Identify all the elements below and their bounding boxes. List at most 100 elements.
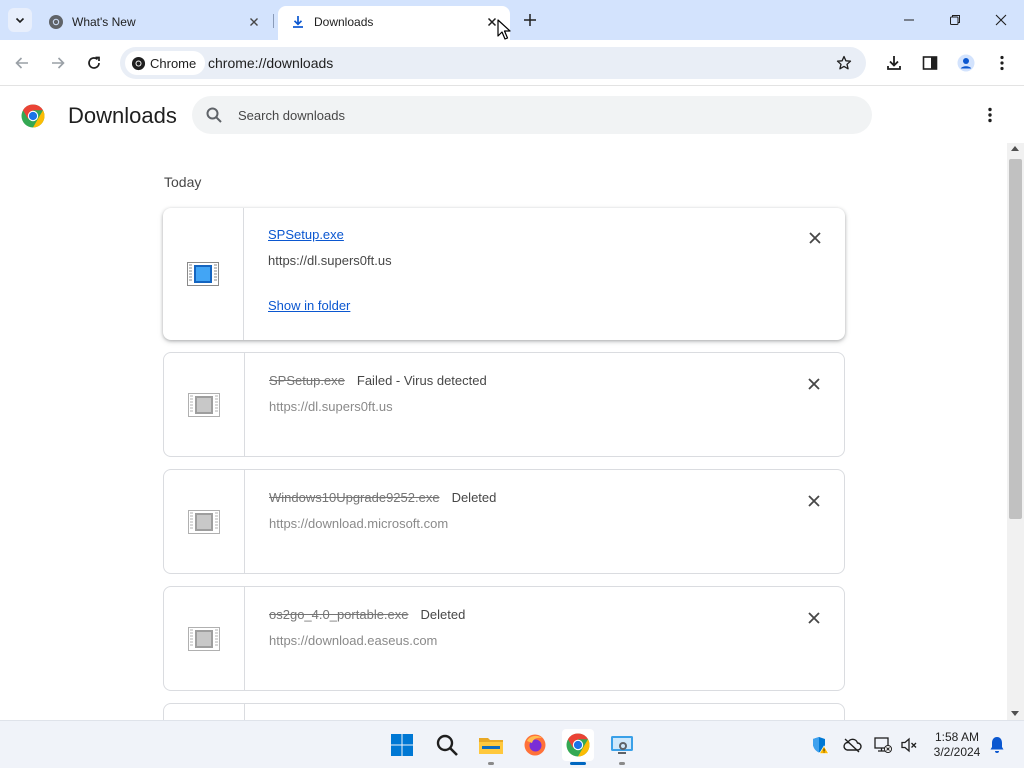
close-tab-button[interactable]: [246, 14, 262, 30]
browser-toolbar: Chrome chrome://downloads: [0, 40, 1024, 86]
file-name: os2go_4.0_portable.exe: [269, 607, 409, 622]
windows-taskbar: 1:58 AM 3/2/2024: [0, 720, 1024, 768]
network-tray-button[interactable]: [873, 735, 893, 755]
close-icon: [250, 18, 258, 26]
notifications-button[interactable]: [987, 735, 1007, 755]
show-in-folder-link[interactable]: Show in folder: [268, 298, 350, 313]
remote-desktop-button[interactable]: [606, 729, 638, 765]
arrow-right-icon: [52, 57, 65, 69]
firefox-icon: [524, 734, 546, 756]
mouse-pointer-icon: [497, 19, 511, 40]
active-indicator: [570, 762, 586, 765]
reload-button[interactable]: [82, 51, 106, 75]
profile-button[interactable]: [954, 51, 978, 75]
search-icon: [206, 107, 222, 123]
chrome-icon: [131, 56, 146, 70]
star-icon: [836, 55, 852, 70]
windows-security-tray-button[interactable]: [810, 735, 830, 755]
download-item: os2go_4.0_portable.exe Deleted https://do…: [163, 586, 845, 691]
close-icon: [995, 14, 1007, 26]
running-indicator: [488, 762, 494, 765]
folder-icon: [479, 738, 503, 754]
close-icon: [808, 378, 820, 390]
search-input[interactable]: [238, 105, 838, 125]
source-url[interactable]: https://download.microsoft.com: [269, 516, 448, 531]
bookmark-button[interactable]: [834, 53, 854, 73]
bell-icon: [990, 737, 1004, 753]
side-panel-button[interactable]: [918, 51, 942, 75]
download-icon: [887, 56, 901, 70]
downloads-toolbar-button[interactable]: [882, 51, 906, 75]
site-info-chip[interactable]: Chrome: [125, 51, 206, 75]
system-clock[interactable]: 1:58 AM 3/2/2024: [924, 730, 990, 760]
tab-downloads[interactable]: Downloads: [278, 6, 510, 40]
remove-item-button[interactable]: [806, 376, 822, 392]
tab-whats-new[interactable]: What's New: [36, 6, 272, 40]
network-icon: [874, 737, 892, 753]
taskbar-search-button[interactable]: [431, 729, 463, 761]
start-button[interactable]: [386, 729, 418, 761]
firefox-button[interactable]: [519, 729, 551, 761]
downloads-menu-button[interactable]: [980, 104, 1000, 126]
more-vert-icon: [988, 107, 992, 123]
download-status: Deleted: [420, 607, 466, 622]
remove-item-button[interactable]: [806, 610, 822, 626]
side-panel-icon: [922, 56, 938, 70]
new-tab-button[interactable]: [520, 10, 540, 30]
download-status: Failed - Virus detected: [356, 373, 487, 388]
scroll-up-arrow-icon[interactable]: [1011, 146, 1019, 151]
file-name-row: Windows10Upgrade9252.exe Deleted: [269, 490, 496, 505]
file-icon-area: [163, 208, 244, 340]
file-name-link[interactable]: SPSetup.exe: [268, 227, 344, 242]
page-scrollbar[interactable]: [1007, 143, 1024, 720]
source-url[interactable]: https://dl.supers0ft.us: [268, 253, 392, 268]
tab-search-button[interactable]: [8, 8, 32, 32]
remote-desktop-icon: [611, 736, 633, 754]
search-bar[interactable]: [192, 96, 872, 134]
file-icon: [188, 510, 220, 534]
minimize-button[interactable]: [886, 0, 932, 40]
url-text[interactable]: chrome://downloads: [208, 55, 333, 71]
cloud-offline-icon: [843, 738, 862, 753]
tab-strip: What's New Downloads: [0, 0, 1024, 40]
date-section-label: Today: [164, 174, 202, 190]
source-url[interactable]: https://dl.supers0ft.us: [269, 399, 393, 414]
onedrive-tray-button[interactable]: [842, 735, 862, 755]
download-status: Deleted: [451, 490, 497, 505]
close-icon: [808, 495, 820, 507]
file-icon-area: [164, 470, 245, 573]
address-bar[interactable]: Chrome chrome://downloads: [120, 47, 866, 79]
shield-warning-icon: [813, 737, 829, 754]
scrollbar-thumb[interactable]: [1009, 159, 1022, 519]
remove-item-button[interactable]: [806, 493, 822, 509]
arrow-left-icon: [15, 57, 28, 69]
minimize-icon: [904, 19, 914, 21]
forward-button[interactable]: [46, 51, 70, 75]
page-title: Downloads: [68, 103, 177, 128]
more-vert-icon: [1000, 55, 1004, 71]
chrome-menu-button[interactable]: [990, 51, 1014, 75]
file-icon: [188, 393, 220, 417]
scroll-down-arrow-icon[interactable]: [1011, 711, 1019, 716]
volume-tray-button[interactable]: [899, 735, 919, 755]
running-indicator: [619, 762, 625, 765]
source-url[interactable]: https://download.easeus.com: [269, 633, 437, 648]
chrome-taskbar-button[interactable]: [562, 729, 594, 765]
close-window-button[interactable]: [978, 0, 1024, 40]
windows-logo-icon: [391, 734, 413, 756]
tab-title: What's New: [72, 15, 136, 29]
chrome-icon: [566, 733, 590, 757]
file-name-row: os2go_4.0_portable.exe Deleted: [269, 607, 465, 622]
chip-label: Chrome: [150, 55, 197, 71]
tab-title: Downloads: [314, 15, 374, 29]
avatar-icon: [957, 54, 975, 72]
clock-date: 3/2/2024: [933, 745, 981, 759]
file-explorer-button[interactable]: [475, 729, 507, 765]
chrome-icon: [49, 15, 63, 29]
downloads-header: Downloads: [0, 87, 1024, 143]
back-button[interactable]: [10, 51, 34, 75]
download-item: Windows10Upgrade9252.exe Deleted https://…: [163, 469, 845, 574]
restore-button[interactable]: [932, 0, 978, 40]
remove-item-button[interactable]: [807, 230, 823, 246]
download-item: SPSetup.exe Failed - Virus detected https…: [163, 352, 845, 457]
